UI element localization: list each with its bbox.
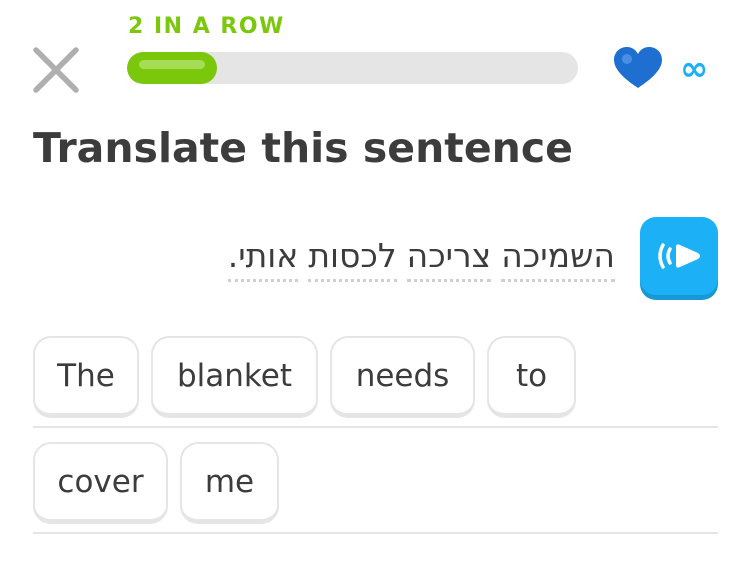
hearts-indicator[interactable] bbox=[610, 46, 666, 90]
progress-bar bbox=[127, 52, 578, 84]
word-tile[interactable]: to bbox=[487, 336, 576, 418]
progress-bar-highlight bbox=[139, 60, 205, 69]
word-tile[interactable]: cover bbox=[33, 442, 168, 524]
word-tile[interactable]: blanket bbox=[151, 336, 318, 418]
play-audio-button[interactable] bbox=[640, 217, 718, 295]
word-tile[interactable]: The bbox=[33, 336, 139, 418]
streak-label: 2 IN A ROW bbox=[128, 14, 285, 39]
progress-bar-fill bbox=[127, 52, 217, 84]
prompt-word[interactable]: השמיכה bbox=[501, 236, 615, 282]
prompt-sentence: השמיכהצריכהלכסותאותי. bbox=[227, 236, 615, 282]
lesson-screen: 2 IN A ROW ∞ Translate this sentence השמ… bbox=[0, 0, 750, 564]
close-button[interactable] bbox=[30, 44, 82, 96]
prompt-word[interactable]: לכסות bbox=[308, 236, 397, 282]
word-tile[interactable]: me bbox=[180, 442, 279, 524]
heart-icon bbox=[614, 47, 662, 88]
speaker-icon bbox=[658, 243, 700, 269]
challenge-title: Translate this sentence bbox=[33, 124, 573, 172]
prompt-word[interactable]: צריכה bbox=[406, 236, 492, 282]
answer-line bbox=[33, 532, 718, 534]
answer-line bbox=[33, 426, 718, 428]
close-icon bbox=[33, 47, 79, 93]
word-tile[interactable]: needs bbox=[330, 336, 475, 418]
prompt-word[interactable]: אותי. bbox=[227, 236, 299, 282]
lives-count: ∞ bbox=[680, 49, 709, 89]
